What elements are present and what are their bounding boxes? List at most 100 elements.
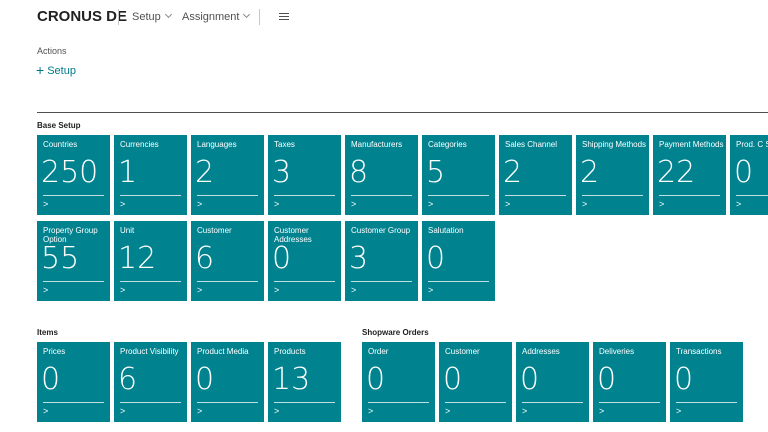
tile-divider: [43, 281, 104, 282]
tile-customer[interactable]: Customer 6 >: [191, 221, 264, 301]
chevron-down-icon: [164, 10, 172, 19]
tile-value: 3: [349, 241, 369, 276]
tile-divider: [428, 281, 489, 282]
tile-addresses[interactable]: Addresses 0 >: [516, 342, 589, 422]
tile-prod-c-setting[interactable]: Prod. C Setting 0 >: [730, 135, 768, 215]
chevron-right-icon: >: [274, 285, 280, 295]
chevron-right-icon: >: [505, 199, 511, 209]
menu-assignment[interactable]: Assignment: [182, 10, 251, 23]
tile-shipping-methods[interactable]: Shipping Methods 2 >: [576, 135, 649, 215]
tile-divider: [522, 402, 583, 403]
tile-customer-group[interactable]: Customer Group 3 >: [345, 221, 418, 301]
tile-value: 8: [349, 155, 369, 190]
chevron-right-icon: >: [120, 199, 126, 209]
group-title-base-setup: Base Setup: [37, 121, 81, 130]
tile-label: Unit: [120, 226, 135, 235]
tile-sales-channel[interactable]: Sales Channel 2 >: [499, 135, 572, 215]
tile-label: Languages: [197, 140, 237, 149]
company-name[interactable]: CRONUS DE: [37, 8, 127, 25]
tile-product-visibility[interactable]: Product Visibility 6 >: [114, 342, 187, 422]
tile-transactions[interactable]: Transactions 0 >: [670, 342, 743, 422]
chevron-right-icon: >: [659, 199, 665, 209]
tile-divider: [274, 195, 335, 196]
tile-divider: [197, 402, 258, 403]
tile-divider: [120, 402, 181, 403]
tile-salutation[interactable]: Salutation 0 >: [422, 221, 495, 301]
tile-label: Categories: [428, 140, 467, 149]
separator: [118, 9, 119, 25]
chevron-right-icon: >: [274, 199, 280, 209]
tile-divider: [445, 402, 506, 403]
chevron-right-icon: >: [368, 406, 374, 416]
tile-divider: [120, 281, 181, 282]
tile-prices[interactable]: Prices 0 >: [37, 342, 110, 422]
tile-customer[interactable]: Customer 0 >: [439, 342, 512, 422]
tile-currencies[interactable]: Currencies 1 >: [114, 135, 187, 215]
tile-divider: [505, 195, 566, 196]
actions-label: Actions: [37, 46, 67, 56]
tile-label: Payment Methods: [659, 140, 724, 149]
tile-value: 0: [597, 362, 617, 397]
tile-value: 0: [443, 362, 463, 397]
tile-languages[interactable]: Languages 2 >: [191, 135, 264, 215]
tile-divider: [351, 281, 412, 282]
chevron-right-icon: >: [197, 406, 203, 416]
tile-countries[interactable]: Countries 250 >: [37, 135, 110, 215]
chevron-right-icon: >: [445, 406, 451, 416]
divider: [37, 112, 768, 113]
tile-divider: [120, 195, 181, 196]
top-bar: CRONUS DE Setup Assignment: [0, 0, 768, 36]
chevron-right-icon: >: [351, 199, 357, 209]
tile-value: 13: [272, 362, 311, 397]
chevron-right-icon: >: [43, 406, 49, 416]
tile-payment-methods[interactable]: Payment Methods 22 >: [653, 135, 726, 215]
hamburger-menu-icon[interactable]: [279, 13, 289, 21]
menu-setup[interactable]: Setup: [132, 10, 172, 23]
tile-label: Prod. C Setting: [736, 140, 768, 149]
tile-label: Customer Group: [351, 226, 411, 235]
separator: [259, 9, 260, 25]
chevron-right-icon: >: [676, 406, 682, 416]
tile-deliveries[interactable]: Deliveries 0 >: [593, 342, 666, 422]
tile-divider: [599, 402, 660, 403]
tile-property-group-option[interactable]: Property Group Option 55 >: [37, 221, 110, 301]
chevron-right-icon: >: [582, 199, 588, 209]
chevron-right-icon: >: [43, 199, 49, 209]
chevron-right-icon: >: [197, 285, 203, 295]
tile-manufacturers[interactable]: Manufacturers 8 >: [345, 135, 418, 215]
tile-label: Sales Channel: [505, 140, 558, 149]
chevron-right-icon: >: [43, 285, 49, 295]
tile-value: 0: [734, 155, 754, 190]
tile-value: 5: [426, 155, 446, 190]
tile-label: Customer: [445, 347, 480, 356]
tile-divider: [368, 402, 429, 403]
tile-value: 1: [118, 155, 138, 190]
tile-divider: [428, 195, 489, 196]
tile-label: Order: [368, 347, 389, 356]
tile-divider: [736, 195, 768, 196]
menu-assignment-label: Assignment: [182, 11, 240, 23]
chevron-right-icon: >: [197, 199, 203, 209]
tile-label: Salutation: [428, 226, 464, 235]
tile-label: Product Media: [197, 347, 249, 356]
chevron-right-icon: >: [428, 285, 434, 295]
tile-value: 2: [580, 155, 600, 190]
tile-taxes[interactable]: Taxes 3 >: [268, 135, 341, 215]
tile-divider: [659, 195, 720, 196]
tile-divider: [197, 195, 258, 196]
tile-value: 0: [426, 241, 446, 276]
tile-unit[interactable]: Unit 12 >: [114, 221, 187, 301]
tile-value: 0: [272, 241, 292, 276]
chevron-right-icon: >: [522, 406, 528, 416]
plus-icon: +: [36, 62, 45, 78]
setup-action-button[interactable]: + Setup: [36, 61, 76, 78]
tile-order[interactable]: Order 0 >: [362, 342, 435, 422]
group-title-items: Items: [37, 328, 58, 337]
tile-categories[interactable]: Categories 5 >: [422, 135, 495, 215]
tile-customer-addresses[interactable]: Customer Addresses 0 >: [268, 221, 341, 301]
tile-products[interactable]: Products 13 >: [268, 342, 341, 422]
tile-value: 2: [195, 155, 215, 190]
tile-label: Taxes: [274, 140, 295, 149]
tile-value: 3: [272, 155, 292, 190]
tile-product-media[interactable]: Product Media 0 >: [191, 342, 264, 422]
